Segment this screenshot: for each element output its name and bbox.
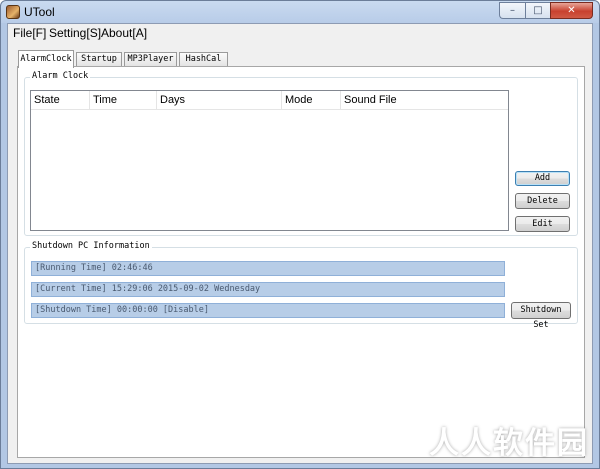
watermark: 人人软件园 (429, 426, 589, 461)
running-time-field: [Running Time] 02:46:46 (31, 261, 505, 276)
alarm-list-header: State Time Days Mode Sound File (31, 91, 508, 110)
tab-hashcal[interactable]: HashCal (179, 52, 228, 66)
edit-button[interactable]: Edit (515, 216, 570, 232)
shutdown-time-field: [Shutdown Time] 00:00:00 [Disable] (31, 303, 505, 318)
close-icon: ✕ (567, 5, 576, 16)
shutdown-info-group: Shutdown PC Information [Running Time] 0… (24, 241, 578, 330)
column-sound-file[interactable]: Sound File (341, 91, 508, 109)
delete-button[interactable]: Delete (515, 193, 570, 209)
alarm-clock-group-title: Alarm Clock (30, 71, 91, 81)
shutdown-info-group-title: Shutdown PC Information (30, 241, 152, 251)
app-icon (6, 5, 20, 19)
tab-panel-alarmclock: Alarm Clock State Time Days Mode Sound F… (17, 66, 585, 458)
caption-buttons: – □ ✕ (499, 2, 593, 19)
alarm-clock-group: Alarm Clock State Time Days Mode Sound F… (24, 71, 578, 236)
tab-startup[interactable]: Startup (76, 52, 122, 66)
shutdown-set-button[interactable]: Shutdown Set (511, 302, 571, 330)
menu-setting[interactable]: Setting[S] (49, 26, 101, 40)
tab-mp3player[interactable]: MP3Player (124, 52, 177, 66)
minimize-icon: – (510, 5, 515, 16)
menu-file[interactable]: File[F] (13, 26, 46, 40)
menu-about[interactable]: About[A] (101, 26, 147, 40)
tab-alarmclock[interactable]: AlarmClock (18, 50, 74, 68)
add-button[interactable]: Add (515, 171, 570, 186)
client-area: File[F] Setting[S] About[A] AlarmClock S… (7, 23, 593, 464)
maximize-button[interactable]: □ (525, 2, 550, 19)
alarm-list[interactable]: State Time Days Mode Sound File (30, 90, 509, 231)
close-button[interactable]: ✕ (550, 2, 593, 19)
window-title: UTool (24, 5, 55, 19)
minimize-button[interactable]: – (499, 2, 525, 19)
column-mode[interactable]: Mode (282, 91, 341, 109)
column-state[interactable]: State (31, 91, 90, 109)
current-time-field: [Current Time] 15:29:06 2015-09-02 Wedne… (31, 282, 505, 297)
maximize-icon: □ (533, 5, 543, 16)
menu-bar: File[F] Setting[S] About[A] (8, 24, 592, 42)
column-time[interactable]: Time (90, 91, 157, 109)
title-bar[interactable]: UTool – □ ✕ (1, 1, 599, 23)
column-days[interactable]: Days (157, 91, 282, 109)
app-window: UTool – □ ✕ File[F] Setting[S] About[A] … (0, 0, 600, 469)
